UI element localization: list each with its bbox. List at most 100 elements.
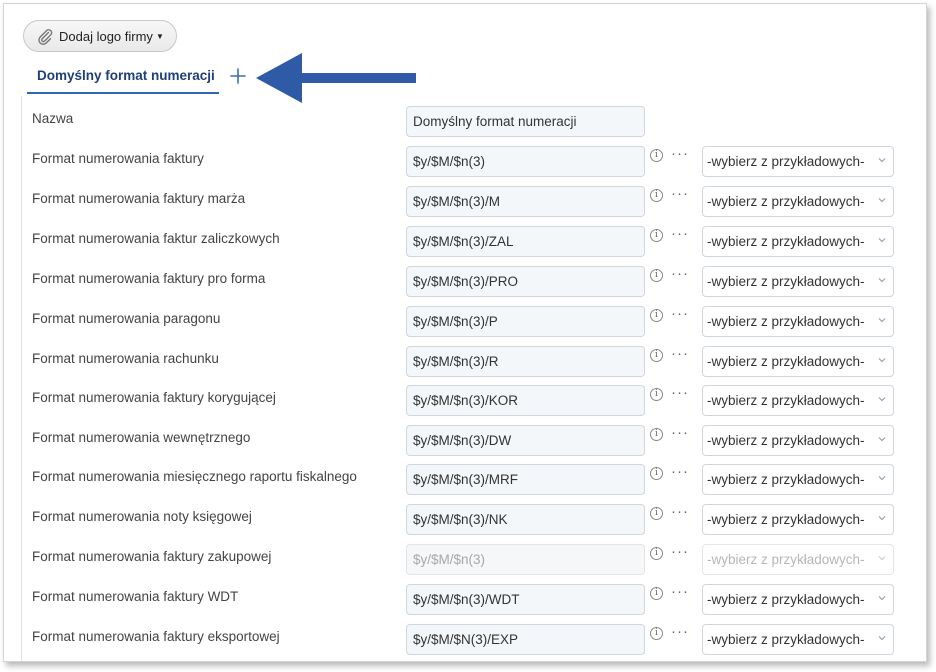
info-icon[interactable]: i: [650, 627, 663, 640]
form-row: Format numerowania paragonu $y/$M/$n(3)/P…: [22, 305, 922, 346]
more-dots-icon[interactable]: ···: [671, 583, 689, 600]
field-label: Format numerowania faktury: [32, 151, 204, 166]
select-value: -wybierz z przykładowych-: [707, 433, 865, 448]
form-row: Format numerowania noty księgowej $y/$M/$…: [22, 503, 922, 544]
more-dots-icon[interactable]: ···: [671, 424, 689, 441]
more-dots-icon[interactable]: ···: [671, 145, 689, 162]
info-icon[interactable]: i: [650, 309, 663, 322]
format-input[interactable]: $y/$M/$n(3)/M: [406, 186, 645, 217]
add-logo-button[interactable]: Dodaj logo firmy ▼: [23, 20, 177, 52]
example-format-select[interactable]: -wybierz z przykładowych-: [702, 425, 894, 456]
format-input[interactable]: $y/$M/$n(3)/P: [406, 306, 645, 337]
example-format-select[interactable]: -wybierz z przykładowych-: [702, 385, 894, 416]
form-row: Format numerowania faktur zaliczkowych $y…: [22, 225, 922, 266]
info-icon[interactable]: i: [650, 349, 663, 362]
format-input[interactable]: $y/$M/$n(3): [406, 146, 645, 177]
form-row: Format numerowania faktury eksportowej $y…: [22, 623, 922, 661]
example-format-select[interactable]: -wybierz z przykładowych-: [702, 584, 894, 615]
example-format-select[interactable]: -wybierz z przykładowych-: [702, 146, 894, 177]
example-format-select[interactable]: -wybierz z przykładowych-: [702, 346, 894, 377]
form-row: Format numerowania faktury WDT $y/$M/$n(3…: [22, 583, 922, 624]
more-dots-icon[interactable]: ···: [671, 345, 689, 362]
field-label: Format numerowania faktury pro forma: [32, 271, 266, 286]
field-label: Format numerowania faktury WDT: [32, 589, 239, 604]
example-format-select[interactable]: -wybierz z przykładowych-: [702, 226, 894, 257]
chevron-down-icon: [878, 596, 886, 601]
format-input[interactable]: $y/$M/$n(3)/WDT: [406, 584, 645, 615]
paperclip-icon: [36, 27, 54, 45]
info-icon[interactable]: i: [650, 229, 663, 242]
plus-icon: [230, 68, 246, 84]
format-input: $y/$M/$n(3): [406, 544, 645, 575]
select-value: -wybierz z przykładowych-: [707, 194, 865, 209]
form-row: Nazwa Domyślny format numeracji: [22, 106, 922, 146]
chevron-down-icon: [878, 358, 886, 363]
more-dots-icon[interactable]: ···: [671, 463, 689, 480]
example-format-select[interactable]: -wybierz z przykładowych-: [702, 504, 894, 535]
format-input[interactable]: $y/$M/$n(3)/KOR: [406, 385, 645, 416]
chevron-down-icon: [878, 636, 886, 641]
info-icon[interactable]: i: [650, 587, 663, 600]
field-label: Format numerowania rachunku: [32, 351, 219, 366]
info-icon[interactable]: i: [650, 547, 663, 560]
format-input[interactable]: $y/$M/$N(3)/EXP: [406, 624, 645, 655]
select-value: -wybierz z przykładowych-: [707, 632, 865, 647]
example-format-select[interactable]: -wybierz z przykładowych-: [702, 266, 894, 297]
more-dots-icon[interactable]: ···: [671, 225, 689, 242]
chevron-down-icon: [878, 198, 886, 203]
info-icon[interactable]: i: [650, 189, 663, 202]
field-label: Format numerowania wewnętrznego: [32, 430, 251, 445]
info-icon[interactable]: i: [650, 507, 663, 520]
info-icon[interactable]: i: [650, 428, 663, 441]
chevron-down-icon: [878, 238, 886, 243]
form-row: Format numerowania faktury zakupowej $y/$…: [22, 543, 922, 584]
form-row: Format numerowania rachunku $y/$M/$n(3)/R…: [22, 345, 922, 386]
select-value: -wybierz z przykładowych-: [707, 472, 865, 487]
settings-panel: Dodaj logo firmy ▼ Domyślny format numer…: [3, 3, 927, 662]
chevron-down-icon: [878, 158, 886, 163]
format-input[interactable]: $y/$M/$n(3)/NK: [406, 504, 645, 535]
more-dots-icon[interactable]: ···: [671, 503, 689, 520]
format-input[interactable]: $y/$M/$n(3)/R: [406, 346, 645, 377]
example-format-select: -wybierz z przykładowych-: [702, 544, 894, 575]
select-value: -wybierz z przykładowych-: [707, 154, 865, 169]
example-format-select[interactable]: -wybierz z przykładowych-: [702, 624, 894, 655]
name-input[interactable]: Domyślny format numeracji: [406, 106, 645, 137]
form-row: Format numerowania miesięcznego raportu …: [22, 463, 922, 504]
tab-default-format[interactable]: Domyślny format numeracji: [27, 64, 219, 94]
caret-down-icon: ▼: [155, 31, 164, 41]
field-label: Format numerowania noty księgowej: [32, 509, 252, 524]
form-row: Format numerowania faktury pro forma $y/$…: [22, 265, 922, 306]
more-dots-icon[interactable]: ···: [671, 384, 689, 401]
form-row: Format numerowania faktury $y/$M/$n(3) i ··…: [22, 145, 922, 186]
example-format-select[interactable]: -wybierz z przykładowych-: [702, 306, 894, 337]
format-input[interactable]: $y/$M/$n(3)/PRO: [406, 266, 645, 297]
example-format-select[interactable]: -wybierz z przykładowych-: [702, 186, 894, 217]
field-label: Nazwa: [32, 111, 74, 126]
chevron-down-icon: [878, 397, 886, 402]
format-input[interactable]: $y/$M/$n(3)/MRF: [406, 464, 645, 495]
format-input[interactable]: $y/$M/$n(3)/ZAL: [406, 226, 645, 257]
more-dots-icon[interactable]: ···: [671, 265, 689, 282]
select-value: -wybierz z przykładowych-: [707, 354, 865, 369]
info-icon[interactable]: i: [650, 467, 663, 480]
example-format-select[interactable]: -wybierz z przykładowych-: [702, 464, 894, 495]
form-row: Format numerowania faktury marża $y/$M/$n…: [22, 185, 922, 226]
field-label: Format numerowania miesięcznego raportu …: [32, 469, 357, 484]
info-icon[interactable]: i: [650, 269, 663, 282]
info-icon[interactable]: i: [650, 149, 663, 162]
select-value: -wybierz z przykładowych-: [707, 592, 865, 607]
info-icon[interactable]: i: [650, 388, 663, 401]
more-dots-icon[interactable]: ···: [671, 305, 689, 322]
add-tab-button[interactable]: [227, 65, 249, 87]
field-label: Format numerowania faktury eksportowej: [32, 629, 280, 644]
format-input[interactable]: $y/$M/$n(3)/DW: [406, 425, 645, 456]
more-dots-icon[interactable]: ···: [671, 623, 689, 640]
chevron-down-icon: [878, 318, 886, 323]
more-dots-icon[interactable]: ···: [671, 185, 689, 202]
field-label: Format numerowania faktury zakupowej: [32, 549, 272, 564]
field-label: Format numerowania faktury korygującej: [32, 390, 276, 405]
more-dots-icon[interactable]: ···: [671, 543, 689, 560]
chevron-down-icon: [878, 516, 886, 521]
chevron-down-icon: [878, 556, 886, 561]
